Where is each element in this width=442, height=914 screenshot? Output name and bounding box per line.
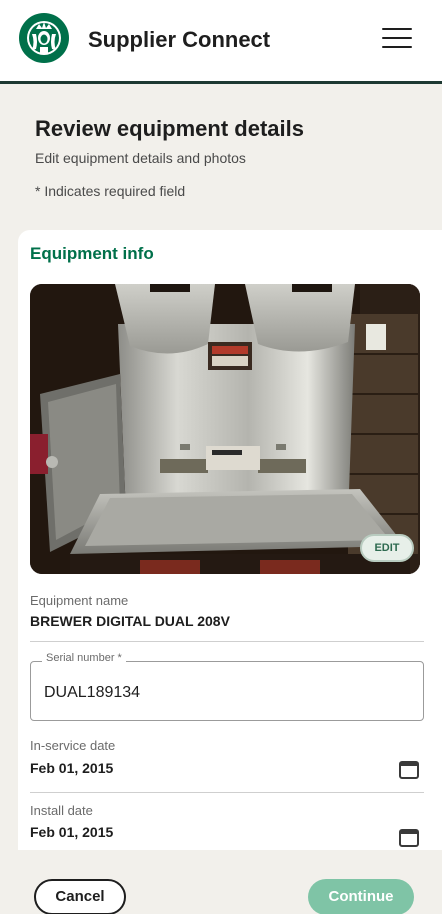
cancel-button[interactable]: Cancel <box>34 879 126 914</box>
page-subtitle: Edit equipment details and photos <box>35 150 246 166</box>
page-title: Review equipment details <box>35 116 304 141</box>
install-date-value: Feb 01, 2015 <box>30 824 114 840</box>
starbucks-logo-icon[interactable] <box>18 12 70 64</box>
in-service-date-label: In-service date <box>30 738 116 753</box>
divider <box>30 792 424 793</box>
serial-number-label: Serial number * <box>42 652 126 664</box>
equipment-name-label: Equipment name <box>30 593 129 608</box>
app-title: Supplier Connect <box>88 27 271 52</box>
in-service-date-value: Feb 01, 2015 <box>30 760 114 776</box>
equipment-name-value: BREWER DIGITAL DUAL 208V <box>30 613 230 629</box>
edit-photo-button[interactable]: EDIT <box>360 534 414 562</box>
calendar-icon[interactable] <box>398 758 420 780</box>
hamburger-menu-icon[interactable] <box>382 28 412 52</box>
serial-number-input[interactable] <box>44 680 404 706</box>
divider <box>30 641 424 642</box>
install-date-label: Install date <box>30 803 93 818</box>
section-title-equipment-info: Equipment info <box>30 244 154 263</box>
calendar-icon[interactable] <box>398 826 420 848</box>
equipment-photo <box>30 284 420 574</box>
required-field-note: * Indicates required field <box>35 183 186 199</box>
continue-button[interactable]: Continue <box>308 879 414 914</box>
